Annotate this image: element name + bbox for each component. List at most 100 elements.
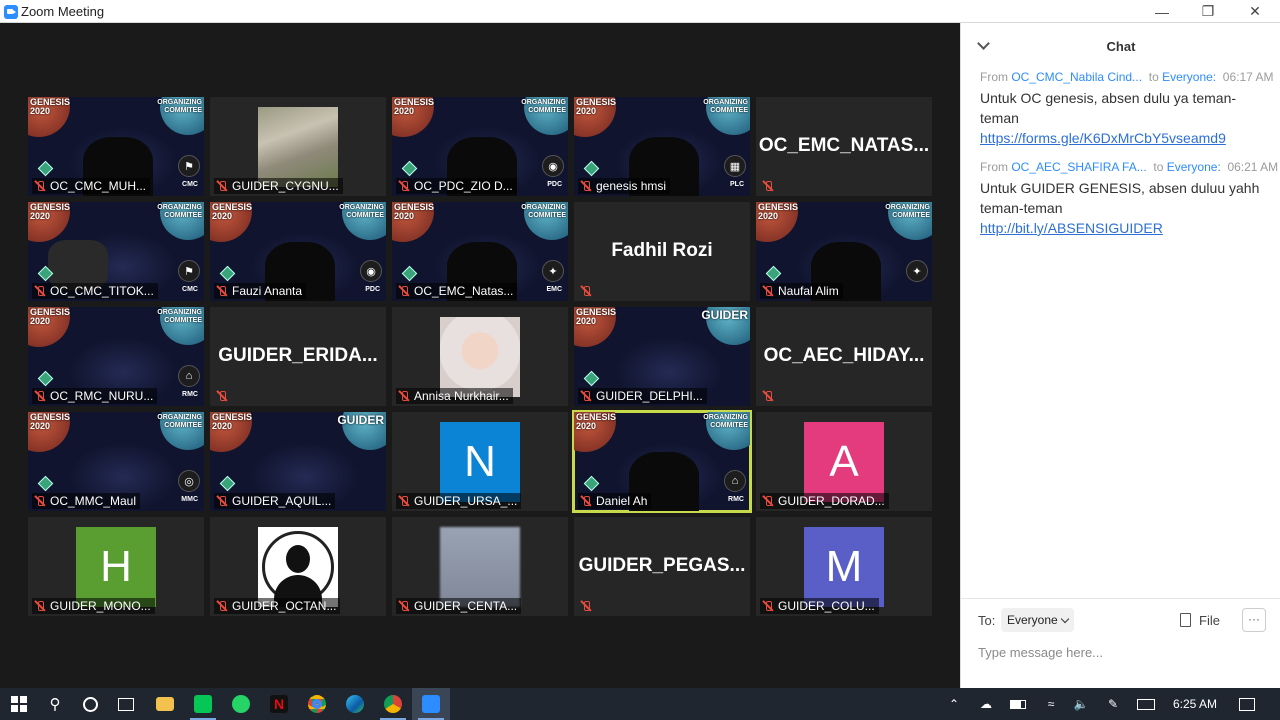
spark-icon: ✦ [906,260,928,282]
participant-video-tile[interactable]: GUIDER_OCTAN... [210,517,386,616]
taskbar-line[interactable] [184,688,222,720]
pen-icon[interactable]: ✎ [1102,688,1124,720]
participant-name-bar: GUIDER_AQUIL... [214,493,336,509]
notification-center-icon[interactable] [1234,688,1260,720]
taskbar-whatsapp[interactable] [222,688,260,720]
battery-icon[interactable] [1007,688,1029,720]
participant-name-bar: GUIDER_DORAD... [760,493,889,509]
taskbar-zoom[interactable] [412,688,450,720]
task-view-button[interactable] [107,688,145,720]
building-icon: ▦ [724,155,746,177]
participant-video-tile[interactable]: GENESIS 2020 ORGANIZING COMMITEE ✦ EMC OC_EMC_… [392,202,568,301]
diamond-logo-icon [583,160,600,177]
participant-video-tile[interactable]: OC_EMC_NATAS... [756,97,932,196]
taskbar-chrome-2[interactable] [374,688,412,720]
participant-video-tile[interactable]: Annisa Nurkhair... [392,307,568,406]
participant-video-tile[interactable]: Fadhil Rozi [574,202,750,301]
microphone-muted-icon [398,285,410,297]
minimize-button[interactable]: — [1139,0,1185,23]
taskbar-netflix[interactable]: N [260,688,298,720]
participant-video-tile[interactable]: M GUIDER_COLU... [756,517,932,616]
volume-icon[interactable]: 🔈 [1070,688,1092,720]
recipient-name[interactable]: Everyone: [1167,160,1221,174]
more-options-button[interactable]: ··· [1242,608,1266,632]
division-badge-label: RMC [728,496,744,503]
show-hidden-icons-button[interactable]: ⌃ [943,688,965,720]
participant-name: OC_CMC_MUH... [50,179,147,193]
system-clock[interactable]: 6:25 AM [1164,688,1226,720]
line-app-icon [194,695,212,713]
microphone-muted-icon [762,495,774,507]
participant-video-tile[interactable]: GENESIS 2020 GUIDER GUIDER_AQUIL... [210,412,386,511]
close-button[interactable]: ✕ [1232,0,1278,23]
sender-name[interactable]: OC_AEC_SHAFIRA FA... [1011,160,1146,174]
participant-video-tile[interactable]: H GUIDER_MONO... [28,517,204,616]
group-icon: ⚑ [178,260,200,282]
participant-video-tile[interactable]: GUIDER_CYGNU... [210,97,386,196]
genesis-brand: GENESIS 2020 [576,97,617,116]
participant-video-tile[interactable]: GUIDER_PEGAS... [574,517,750,616]
microphone-muted-icon [216,285,228,297]
file-icon [1180,613,1191,627]
message-text: Untuk GUIDER GENESIS, absen duluu yahh t… [980,180,1260,216]
participant-video-tile[interactable]: GENESIS 2020 ORGANIZING COMMITEE ⚑ CMC OC_CMC_… [28,97,204,196]
video-gallery: GENESIS 2020 ORGANIZING COMMITEE ⚑ CMC OC_CMC_… [0,23,960,688]
recipient-select[interactable]: Everyone [1001,608,1074,632]
division-badge-label: PDC [365,286,380,293]
genesis-brand: GENESIS 2020 [576,412,617,431]
participant-video-tile[interactable]: GUIDER_ERIDA... [210,307,386,406]
file-button[interactable]: File [1180,608,1220,632]
start-button[interactable] [0,688,38,720]
participant-name-bar: genesis hmsi [578,178,671,194]
microphone-muted-icon [216,495,228,507]
taskbar-file-explorer[interactable] [146,688,184,720]
genesis-brand: GENESIS 2020 [394,97,435,116]
diamond-logo-icon [583,370,600,387]
participant-display-name: OC_AEC_HIDAY... [763,345,925,366]
participant-video-tile[interactable]: GENESIS 2020 ORGANIZING COMMITEE ✦ Naufal Ali… [756,202,932,301]
message-link[interactable]: http://bit.ly/ABSENSIGUIDER [980,218,1270,238]
participant-video-tile[interactable]: GENESIS 2020 ORGANIZING COMMITEE ◉ PDC Fauzi A… [210,202,386,301]
participant-video-tile[interactable]: GENESIS 2020 ORGANIZING COMMITEE ⚑ CMC OC_CMC_… [28,202,204,301]
diamond-logo-icon [37,160,54,177]
sender-name[interactable]: OC_CMC_Nabila Cind... [1011,70,1142,84]
participant-video-tile[interactable]: GENESIS 2020 GUIDER GUIDER_DELPHI... [574,307,750,406]
onedrive-icon[interactable]: ☁ [975,688,997,720]
participant-name: GUIDER_DORAD... [778,494,885,508]
microphone-muted-icon [580,180,592,192]
chrome-icon [308,695,326,713]
restore-button[interactable]: ❐ [1185,0,1231,23]
participant-video-tile[interactable]: GUIDER_CENTA... [392,517,568,616]
participant-name-bar [760,388,782,404]
participant-video-tile[interactable]: A GUIDER_DORAD... [756,412,932,511]
participant-video-tile[interactable]: GENESIS 2020 ORGANIZING COMMITEE ◉ PDC OC_PDC_… [392,97,568,196]
taskbar-chrome[interactable] [298,688,336,720]
genesis-brand: GENESIS 2020 [394,202,435,221]
participant-profile-photo [258,527,338,607]
camera-icon: ◉ [542,155,564,177]
keyboard-icon[interactable] [1134,688,1158,720]
participant-video-tile[interactable]: GENESIS 2020 ORGANIZING COMMITEE ⌂ RMC OC_RMC_… [28,307,204,406]
cortana-button[interactable] [71,688,109,720]
participant-video-tile[interactable]: GENESIS 2020 ORGANIZING COMMITEE ⌂ RMC Daniel … [572,410,752,513]
chrome-icon [384,695,402,713]
microphone-muted-icon [398,390,410,402]
chat-message-input[interactable] [978,640,1268,664]
search-button[interactable]: ⚲ [36,688,74,720]
message-link[interactable]: https://forms.gle/K6DxMrCbY5vseamd9 [980,128,1270,148]
title-bar: Zoom Meeting — ❐ ✕ [0,0,1280,23]
to-label: to [1153,160,1164,174]
participant-video-tile[interactable]: N GUIDER_URSA_... [392,412,568,511]
taskbar-edge[interactable] [336,688,374,720]
edge-icon [346,695,364,713]
wifi-icon[interactable]: ≈ [1040,688,1062,720]
participant-name-bar: GUIDER_MONO... [32,598,155,614]
microphone-muted-icon [398,495,410,507]
participant-video-tile[interactable]: GENESIS 2020 ORGANIZING COMMITEE ▦ PLC genesis… [574,97,750,196]
recipient-name[interactable]: Everyone: [1162,70,1216,84]
participant-name: GUIDER_OCTAN... [232,599,337,613]
participant-video-tile[interactable]: GENESIS 2020 ORGANIZING COMMITEE ◎ MMC OC_MMC_… [28,412,204,511]
division-badge-label: PLC [730,181,744,188]
participant-name-bar: Naufal Alim [760,283,843,299]
participant-video-tile[interactable]: OC_AEC_HIDAY... [756,307,932,406]
